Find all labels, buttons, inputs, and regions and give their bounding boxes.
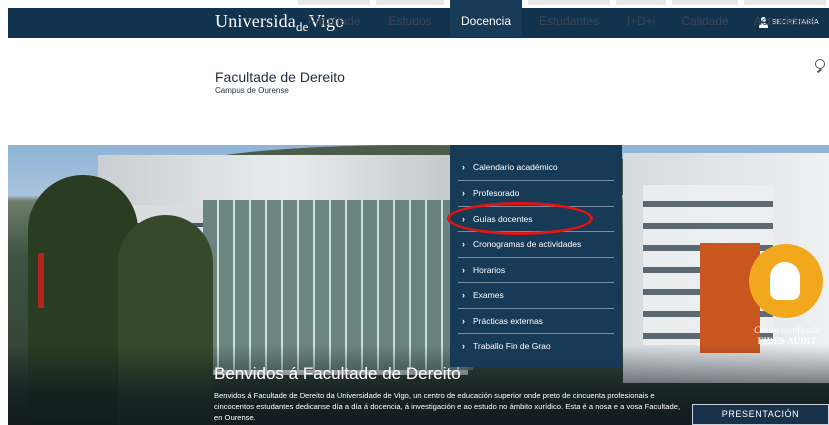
- nav-tab-label: Actualidade: [753, 14, 817, 28]
- menu-item-label: Horarios: [473, 264, 506, 275]
- chevron-right-icon: ›: [462, 340, 465, 351]
- nav-tab-label: I+D+i: [626, 14, 656, 28]
- search-icon[interactable]: [815, 59, 827, 73]
- menu-item-label: Exames: [473, 289, 504, 300]
- chevron-right-icon: ›: [462, 289, 465, 300]
- menu-item-label: Calendario académico: [473, 161, 558, 172]
- badge-line1: Centro certificado: [754, 325, 820, 335]
- menu-item-label: Profesorado: [473, 187, 520, 198]
- nav-tab-estudos[interactable]: Estudos: [376, 0, 444, 37]
- chevron-right-icon: ›: [462, 264, 465, 275]
- chevron-right-icon: ›: [462, 187, 465, 198]
- nav-tab-estudantes[interactable]: Estudantes: [528, 0, 610, 37]
- nav-tab-label: Estudos: [388, 14, 432, 28]
- presentacion-button[interactable]: PRESENTACIÓN: [692, 404, 829, 425]
- nav-tab-label: Docencia: [460, 14, 512, 28]
- nav-tab-calidade[interactable]: Calidade: [672, 0, 738, 37]
- nav-tab-label: Estudantes: [538, 14, 600, 28]
- menu-item-label: Prácticas externas: [473, 315, 543, 326]
- nav-tab-actualidade[interactable]: Actualidade: [744, 0, 826, 37]
- menu-item-exames[interactable]: › Exames: [450, 282, 622, 308]
- faculty-subtitle: Campus de Ourense: [215, 86, 289, 95]
- nav-tab-label: Calidade: [681, 14, 729, 28]
- menu-item-cronogramas[interactable]: › Cronogramas de actividades: [450, 231, 622, 257]
- chevron-right-icon: ›: [462, 161, 465, 172]
- badge-q-icon: [770, 262, 800, 300]
- brand-main: Universida: [215, 11, 296, 31]
- nav-tab-label: Facultade: [307, 14, 361, 28]
- menu-item-label: Cronogramas de actividades: [473, 238, 582, 249]
- menu-item-practicas[interactable]: › Prácticas externas: [450, 308, 622, 334]
- nav-tab-docencia[interactable]: Docencia: [450, 0, 522, 37]
- highlight-ring-annotation: [447, 202, 593, 235]
- menu-item-calendario[interactable]: › Calendario académico: [450, 154, 622, 180]
- nav-tab-facultade[interactable]: Facultade: [298, 0, 370, 37]
- chevron-right-icon: ›: [462, 238, 465, 249]
- menu-item-horarios[interactable]: › Horarios: [450, 257, 622, 283]
- menu-item-label: Traballo Fin de Grao: [473, 340, 551, 351]
- welcome-title: Benvidos á Facultade de Dereito: [214, 364, 461, 383]
- docencia-dropdown: › Calendario académico › Profesorado › Guía…: [450, 145, 622, 367]
- welcome-text: Benvidos á Facultade de Dereito da Unive…: [214, 391, 681, 422]
- faculty-title[interactable]: Facultade de Dereito: [215, 69, 345, 85]
- badge-line2: FIDES-AUDIT: [757, 336, 817, 346]
- nav-tab-idi[interactable]: I+D+i: [616, 0, 666, 37]
- chevron-right-icon: ›: [462, 315, 465, 326]
- menu-item-tfg[interactable]: › Traballo Fin de Grao: [450, 333, 622, 359]
